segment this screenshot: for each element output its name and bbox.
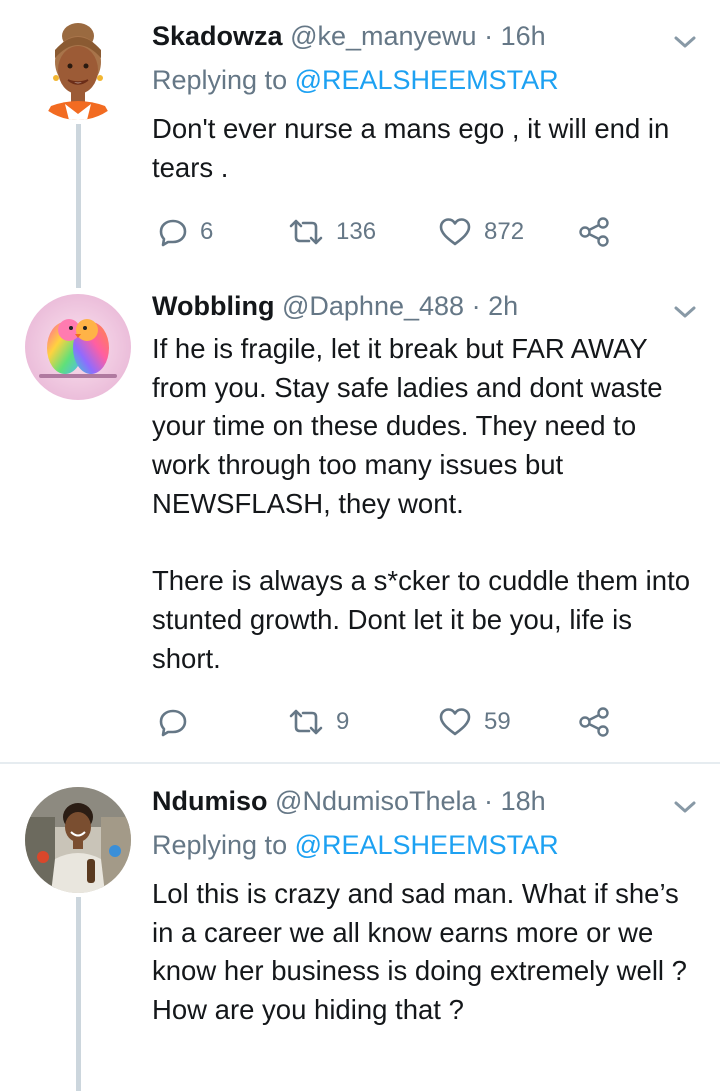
tweet-divider	[0, 762, 720, 764]
chevron-down-icon[interactable]	[670, 797, 700, 817]
user-handle[interactable]: @NdumisoThela	[275, 786, 477, 816]
tweet-text: Don't ever nurse a mans ego , it will en…	[152, 110, 692, 187]
retweet-icon	[288, 217, 324, 247]
tweet-ndumiso[interactable]: Ndumiso @NdumisoThela · 18h Replying to …	[0, 765, 720, 1091]
like-button[interactable]: 59	[438, 702, 511, 742]
mention-link[interactable]: @REALSHEEMSTAR	[295, 65, 559, 95]
separator-dot: ·	[484, 786, 494, 816]
tweet-text: If he is fragile, let it break but FAR A…	[152, 330, 692, 678]
like-count: 59	[484, 708, 511, 735]
replying-to-label: Replying to	[152, 830, 288, 860]
user-handle[interactable]: @Daphne_488	[282, 291, 464, 321]
avatar[interactable]	[25, 14, 131, 120]
like-count: 872	[484, 218, 525, 245]
retweet-button[interactable]: 136	[288, 212, 376, 252]
display-name[interactable]: Skadowza	[152, 21, 283, 51]
like-icon	[438, 707, 472, 737]
action-bar: 6 136 872	[152, 212, 632, 252]
share-button[interactable]	[578, 212, 610, 252]
reply-count: 6	[200, 218, 214, 245]
tweet-text-paragraph: Don't ever nurse a mans ego , it will en…	[152, 113, 670, 183]
user-handle[interactable]: @ke_manyewu	[290, 21, 477, 51]
tweet-text-paragraph: There is always a s*cker to cuddle them …	[152, 565, 691, 674]
timestamp[interactable]: 2h	[488, 291, 518, 321]
tweet-text-paragraph: If he is fragile, let it break but FAR A…	[152, 333, 663, 519]
share-icon	[578, 707, 610, 737]
tweet-wobbling[interactable]: Wobbling @Daphne_488 · 2h If he is fragi…	[0, 280, 720, 765]
retweet-count: 9	[336, 708, 350, 735]
retweet-count: 136	[336, 218, 377, 245]
like-icon	[438, 217, 472, 247]
thread-line	[76, 897, 81, 1091]
share-button[interactable]	[578, 702, 610, 742]
action-bar: 9 59	[152, 702, 632, 742]
replying-to-label: Replying to	[152, 65, 288, 95]
tweet-text: Lol this is crazy and sad man. What if s…	[152, 875, 692, 1030]
reply-icon	[158, 217, 188, 247]
separator-dot: ·	[471, 291, 481, 321]
separator-dot: ·	[484, 21, 494, 51]
replying-to: Replying to @REALSHEEMSTAR	[152, 64, 559, 96]
display-name[interactable]: Wobbling	[152, 291, 274, 321]
chevron-down-icon[interactable]	[670, 32, 700, 52]
tweet-header: Ndumiso @NdumisoThela · 18h	[152, 785, 546, 817]
thread-line	[76, 124, 81, 288]
share-icon	[578, 217, 610, 247]
tweet-skadowza[interactable]: Skadowza @ke_manyewu · 16h Replying to @…	[0, 0, 720, 288]
avatar[interactable]	[25, 787, 131, 893]
timestamp[interactable]: 16h	[501, 21, 546, 51]
timestamp[interactable]: 18h	[501, 786, 546, 816]
chevron-down-icon[interactable]	[670, 302, 700, 322]
tweet-text-paragraph: Lol this is crazy and sad man. What if s…	[152, 878, 687, 1026]
reply-icon	[158, 707, 188, 737]
mention-link[interactable]: @REALSHEEMSTAR	[295, 830, 559, 860]
avatar[interactable]	[25, 294, 131, 400]
reply-button[interactable]: 6	[158, 212, 213, 252]
replying-to: Replying to @REALSHEEMSTAR	[152, 829, 559, 861]
retweet-button[interactable]: 9	[288, 702, 349, 742]
tweet-header: Wobbling @Daphne_488 · 2h	[152, 290, 518, 322]
display-name[interactable]: Ndumiso	[152, 786, 268, 816]
like-button[interactable]: 872	[438, 212, 524, 252]
retweet-icon	[288, 707, 324, 737]
tweet-header: Skadowza @ke_manyewu · 16h	[152, 20, 546, 52]
reply-button[interactable]	[158, 702, 200, 742]
